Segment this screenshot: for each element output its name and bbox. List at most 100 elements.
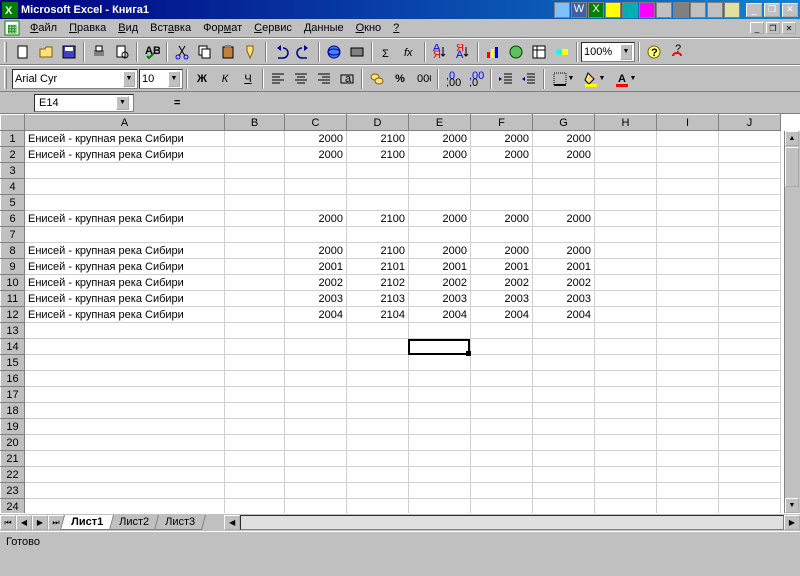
cell[interactable] <box>657 275 719 291</box>
cell[interactable] <box>657 499 719 514</box>
cell[interactable] <box>657 131 719 147</box>
cell[interactable] <box>25 355 225 371</box>
mdi-close-button[interactable]: ✕ <box>782 22 796 34</box>
cell[interactable] <box>471 499 533 514</box>
cell[interactable] <box>657 243 719 259</box>
cell[interactable]: Енисей - крупная река Сибири <box>25 131 225 147</box>
cell[interactable] <box>657 227 719 243</box>
cell[interactable] <box>595 147 657 163</box>
cell[interactable] <box>595 291 657 307</box>
dropdown-button[interactable]: ▼ <box>116 96 129 110</box>
cell[interactable]: 2000 <box>285 243 347 259</box>
cell[interactable] <box>471 403 533 419</box>
cell[interactable] <box>533 435 595 451</box>
print-preview-button[interactable] <box>111 41 133 63</box>
close-button[interactable]: ✕ <box>782 3 798 17</box>
cell[interactable] <box>595 483 657 499</box>
cell[interactable] <box>657 451 719 467</box>
column-header[interactable]: H <box>595 115 657 131</box>
cell[interactable] <box>225 355 285 371</box>
borders-button[interactable]: ▼ <box>548 68 578 90</box>
cell[interactable]: 2000 <box>409 243 471 259</box>
cell[interactable] <box>25 323 225 339</box>
cell[interactable] <box>533 419 595 435</box>
cell[interactable] <box>595 419 657 435</box>
cell[interactable] <box>225 163 285 179</box>
cell[interactable] <box>25 371 225 387</box>
font-size-combo[interactable]: ▼ <box>139 69 183 89</box>
cell[interactable] <box>533 499 595 514</box>
cell[interactable] <box>225 195 285 211</box>
cell[interactable] <box>285 467 347 483</box>
cell[interactable] <box>409 499 471 514</box>
cell[interactable] <box>409 483 471 499</box>
cell[interactable] <box>657 419 719 435</box>
scroll-left-button[interactable]: ◀ <box>224 515 240 530</box>
cell[interactable] <box>595 275 657 291</box>
cell[interactable]: 2002 <box>409 275 471 291</box>
cell[interactable] <box>657 195 719 211</box>
cell[interactable] <box>285 339 347 355</box>
pivot-button[interactable] <box>528 41 550 63</box>
cell[interactable] <box>719 435 781 451</box>
cell[interactable]: 2004 <box>409 307 471 323</box>
increase-indent-button[interactable] <box>518 68 540 90</box>
cell[interactable] <box>657 307 719 323</box>
cell[interactable] <box>657 291 719 307</box>
percent-button[interactable]: % <box>389 68 411 90</box>
cell[interactable] <box>347 419 409 435</box>
cell[interactable]: 2003 <box>285 291 347 307</box>
cell[interactable]: 2001 <box>285 259 347 275</box>
cell[interactable]: 2000 <box>285 131 347 147</box>
cell[interactable] <box>25 499 225 514</box>
cell[interactable] <box>719 419 781 435</box>
cell[interactable] <box>595 355 657 371</box>
cell[interactable] <box>719 147 781 163</box>
name-box[interactable]: E14 ▼ <box>34 94 134 112</box>
cell[interactable] <box>719 259 781 275</box>
cell[interactable] <box>471 467 533 483</box>
row-header[interactable]: 17 <box>1 387 25 403</box>
column-header[interactable]: A <box>25 115 225 131</box>
tray-icon[interactable] <box>605 2 621 18</box>
cell[interactable] <box>533 355 595 371</box>
sheet-tab-3[interactable]: Лист3 <box>154 515 206 530</box>
cell[interactable] <box>533 227 595 243</box>
cell[interactable] <box>25 419 225 435</box>
sheet-tab-2[interactable]: Лист2 <box>108 515 160 530</box>
cell[interactable] <box>409 435 471 451</box>
decrease-indent-button[interactable] <box>495 68 517 90</box>
help-button[interactable]: ? <box>643 41 665 63</box>
row-header[interactable]: 16 <box>1 371 25 387</box>
align-left-button[interactable] <box>267 68 289 90</box>
scroll-right-button[interactable]: ▶ <box>784 515 800 530</box>
cell[interactable] <box>225 499 285 514</box>
cell[interactable] <box>25 435 225 451</box>
autosum-button[interactable]: Σ <box>376 41 398 63</box>
cell[interactable] <box>595 451 657 467</box>
cell[interactable]: 2002 <box>285 275 347 291</box>
cell[interactable] <box>595 403 657 419</box>
cell[interactable] <box>347 467 409 483</box>
row-header[interactable]: 11 <box>1 291 25 307</box>
row-header[interactable]: 8 <box>1 243 25 259</box>
menu-view[interactable]: Вид <box>112 20 144 36</box>
function-button[interactable]: fx <box>399 41 421 63</box>
cell[interactable] <box>533 387 595 403</box>
cell[interactable]: 2100 <box>347 147 409 163</box>
cell[interactable] <box>719 499 781 514</box>
cell[interactable] <box>533 163 595 179</box>
cell[interactable] <box>409 227 471 243</box>
cell[interactable] <box>471 419 533 435</box>
cell[interactable] <box>347 323 409 339</box>
cell[interactable] <box>409 355 471 371</box>
cell[interactable] <box>347 451 409 467</box>
cell[interactable]: 2100 <box>347 131 409 147</box>
first-sheet-button[interactable]: ⏮ <box>0 515 16 530</box>
cell[interactable] <box>225 435 285 451</box>
horizontal-scrollbar[interactable]: ◀ ▶ <box>224 515 800 530</box>
menu-data[interactable]: Данные <box>298 20 350 36</box>
open-button[interactable] <box>35 41 57 63</box>
vertical-scrollbar[interactable]: ▲ ▼ <box>784 131 800 513</box>
cut-button[interactable] <box>171 41 193 63</box>
